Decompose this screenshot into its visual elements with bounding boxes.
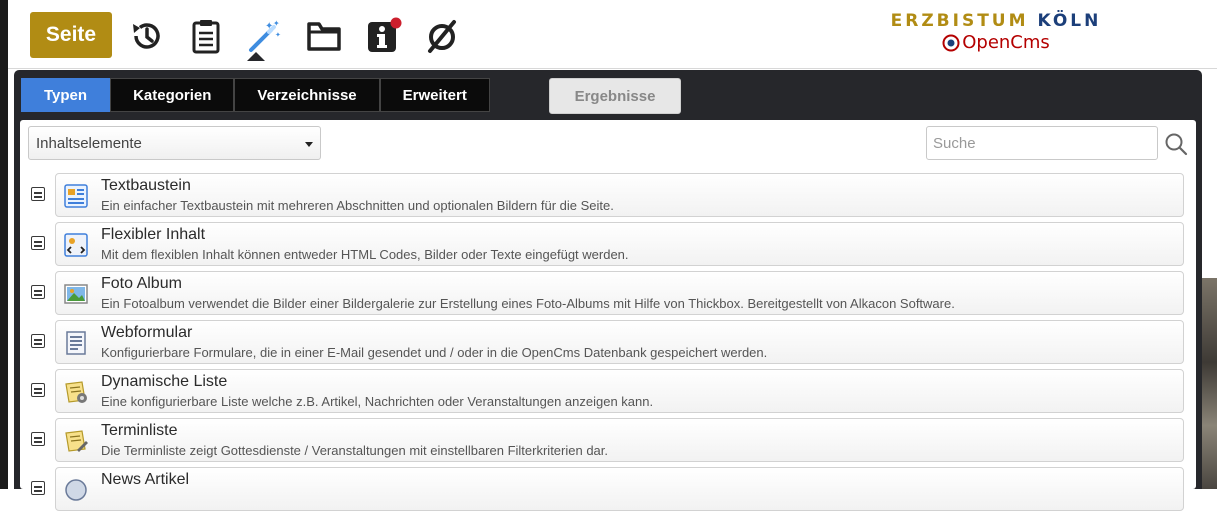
- item-title: Foto Album: [101, 275, 182, 292]
- svg-text:✦: ✦: [273, 19, 280, 28]
- type-filter-value: Inhaltselemente: [36, 134, 142, 152]
- item-description: Konfigurierbare Formulare, die in einer …: [101, 345, 768, 360]
- opencms-logo-icon: [942, 34, 960, 52]
- item-title: Dynamische Liste: [101, 373, 228, 390]
- item-title: Textbaustein: [101, 177, 191, 194]
- text-block-icon: [64, 184, 88, 208]
- folder-icon[interactable]: [304, 14, 344, 58]
- tab-advanced[interactable]: Erweitert: [379, 78, 490, 112]
- svg-text:✦: ✦: [275, 31, 281, 39]
- web-form-icon: [66, 331, 86, 355]
- news-article-icon: [65, 479, 87, 501]
- item-description: Ein Fotoalbum verwendet die Bilder einer…: [101, 296, 955, 311]
- page-button[interactable]: Seite: [30, 12, 112, 58]
- gallery-content: Inhaltselemente Suche Textbaustein Ein e…: [20, 120, 1196, 511]
- drag-handle-icon[interactable]: [31, 334, 45, 348]
- search-icon[interactable]: [1163, 131, 1189, 157]
- active-tool-pointer: [247, 52, 265, 61]
- tab-folders[interactable]: Verzeichnisse: [234, 78, 380, 112]
- item-description: Die Terminliste zeigt Gottesdienste / Ve…: [101, 443, 609, 458]
- event-list-icon: [65, 430, 88, 452]
- clipboard-icon[interactable]: [186, 14, 226, 58]
- item-title: Webformular: [101, 324, 193, 341]
- resource-type-card[interactable]: Flexibler Inhalt Mit dem flexiblen Inhal…: [55, 222, 1184, 266]
- window-left-edge: [0, 0, 8, 489]
- photo-album-icon: [64, 284, 88, 304]
- drag-handle-icon[interactable]: [31, 481, 45, 495]
- item-description: Mit dem flexiblen Inhalt können entweder…: [101, 247, 629, 262]
- gallery-panel: Typen Kategorien Verzeichnisse Erweitert…: [14, 70, 1202, 511]
- list-item: Textbaustein Ein einfacher Textbaustein …: [20, 172, 1196, 219]
- list-item: Flexibler Inhalt Mit dem flexiblen Inhal…: [20, 221, 1196, 268]
- erzbistum-logo: ERZBISTUM KÖLN OpenCms: [876, 10, 1116, 60]
- resource-type-card[interactable]: News Artikel: [55, 467, 1184, 511]
- item-description: Ein einfacher Textbaustein mit mehreren …: [101, 198, 614, 213]
- drag-handle-icon[interactable]: [31, 383, 45, 397]
- item-title: Flexibler Inhalt: [101, 226, 206, 243]
- page-background-photo: [1202, 278, 1217, 489]
- history-icon[interactable]: [126, 14, 166, 58]
- drag-handle-icon[interactable]: [31, 432, 45, 446]
- tab-types[interactable]: Typen: [21, 78, 111, 112]
- item-title: Terminliste: [101, 422, 178, 439]
- item-title: News Artikel: [101, 471, 190, 488]
- flexible-content-icon: [64, 233, 88, 257]
- list-item: News Artikel: [20, 466, 1196, 513]
- list-item: Foto Album Ein Fotoalbum verwendet die B…: [20, 270, 1196, 317]
- resource-type-card[interactable]: Webformular Konfigurierbare Formulare, d…: [55, 320, 1184, 364]
- list-item: Webformular Konfigurierbare Formulare, d…: [20, 319, 1196, 366]
- item-description: Eine konfigurierbare Liste welche z.B. A…: [101, 394, 654, 409]
- drag-handle-icon[interactable]: [31, 187, 45, 201]
- search-input[interactable]: [926, 126, 1158, 160]
- logo-wordmark: ERZBISTUM KÖLN: [890, 11, 1102, 31]
- editor-toolbar: Seite ✦ ✦ ✦ ERZBISTUM KÖLN OpenCms: [8, 8, 1217, 69]
- hidden-icon[interactable]: [422, 14, 462, 58]
- list-item: Terminliste Die Terminliste zeigt Gottes…: [20, 417, 1196, 464]
- type-filter-select[interactable]: Inhaltselemente: [28, 126, 321, 160]
- window-top-edge: [0, 0, 1217, 8]
- resource-type-card[interactable]: Textbaustein Ein einfacher Textbaustein …: [55, 173, 1184, 217]
- list-item: Dynamische Liste Eine konfigurierbare Li…: [20, 368, 1196, 415]
- tab-categories[interactable]: Kategorien: [110, 78, 235, 112]
- chevron-down-icon: [305, 142, 313, 147]
- tab-results[interactable]: Ergebnisse: [549, 78, 681, 114]
- gallery-tabs: Typen Kategorien Verzeichnisse Erweitert: [21, 78, 490, 112]
- resource-type-card[interactable]: Foto Album Ein Fotoalbum verwendet die B…: [55, 271, 1184, 315]
- drag-handle-icon[interactable]: [31, 285, 45, 299]
- drag-handle-icon[interactable]: [31, 236, 45, 250]
- dynamic-list-icon: [65, 381, 87, 403]
- resource-type-card[interactable]: Terminliste Die Terminliste zeigt Gottes…: [55, 418, 1184, 462]
- opencms-logo: OpenCms: [876, 32, 1116, 54]
- info-icon[interactable]: [364, 14, 404, 58]
- resource-type-card[interactable]: Dynamische Liste Eine konfigurierbare Li…: [55, 369, 1184, 413]
